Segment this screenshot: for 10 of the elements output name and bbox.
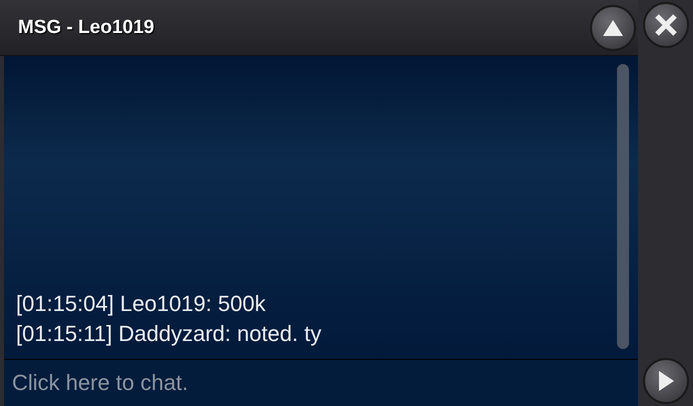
triangle-up-icon — [601, 18, 625, 38]
send-button[interactable] — [642, 358, 688, 404]
close-icon — [654, 13, 678, 37]
close-button[interactable] — [642, 2, 688, 48]
window-title: MSG - Leo1019 — [18, 16, 154, 38]
chat-message: [01:15:11] Daddyzard: noted. ty — [16, 320, 322, 348]
collapse-button[interactable] — [590, 4, 636, 50]
chat-input[interactable]: Click here to chat. — [4, 359, 638, 406]
chat-message: [01:15:04] Leo1019: 500k — [16, 290, 267, 318]
scrollbar-thumb[interactable] — [617, 64, 629, 349]
